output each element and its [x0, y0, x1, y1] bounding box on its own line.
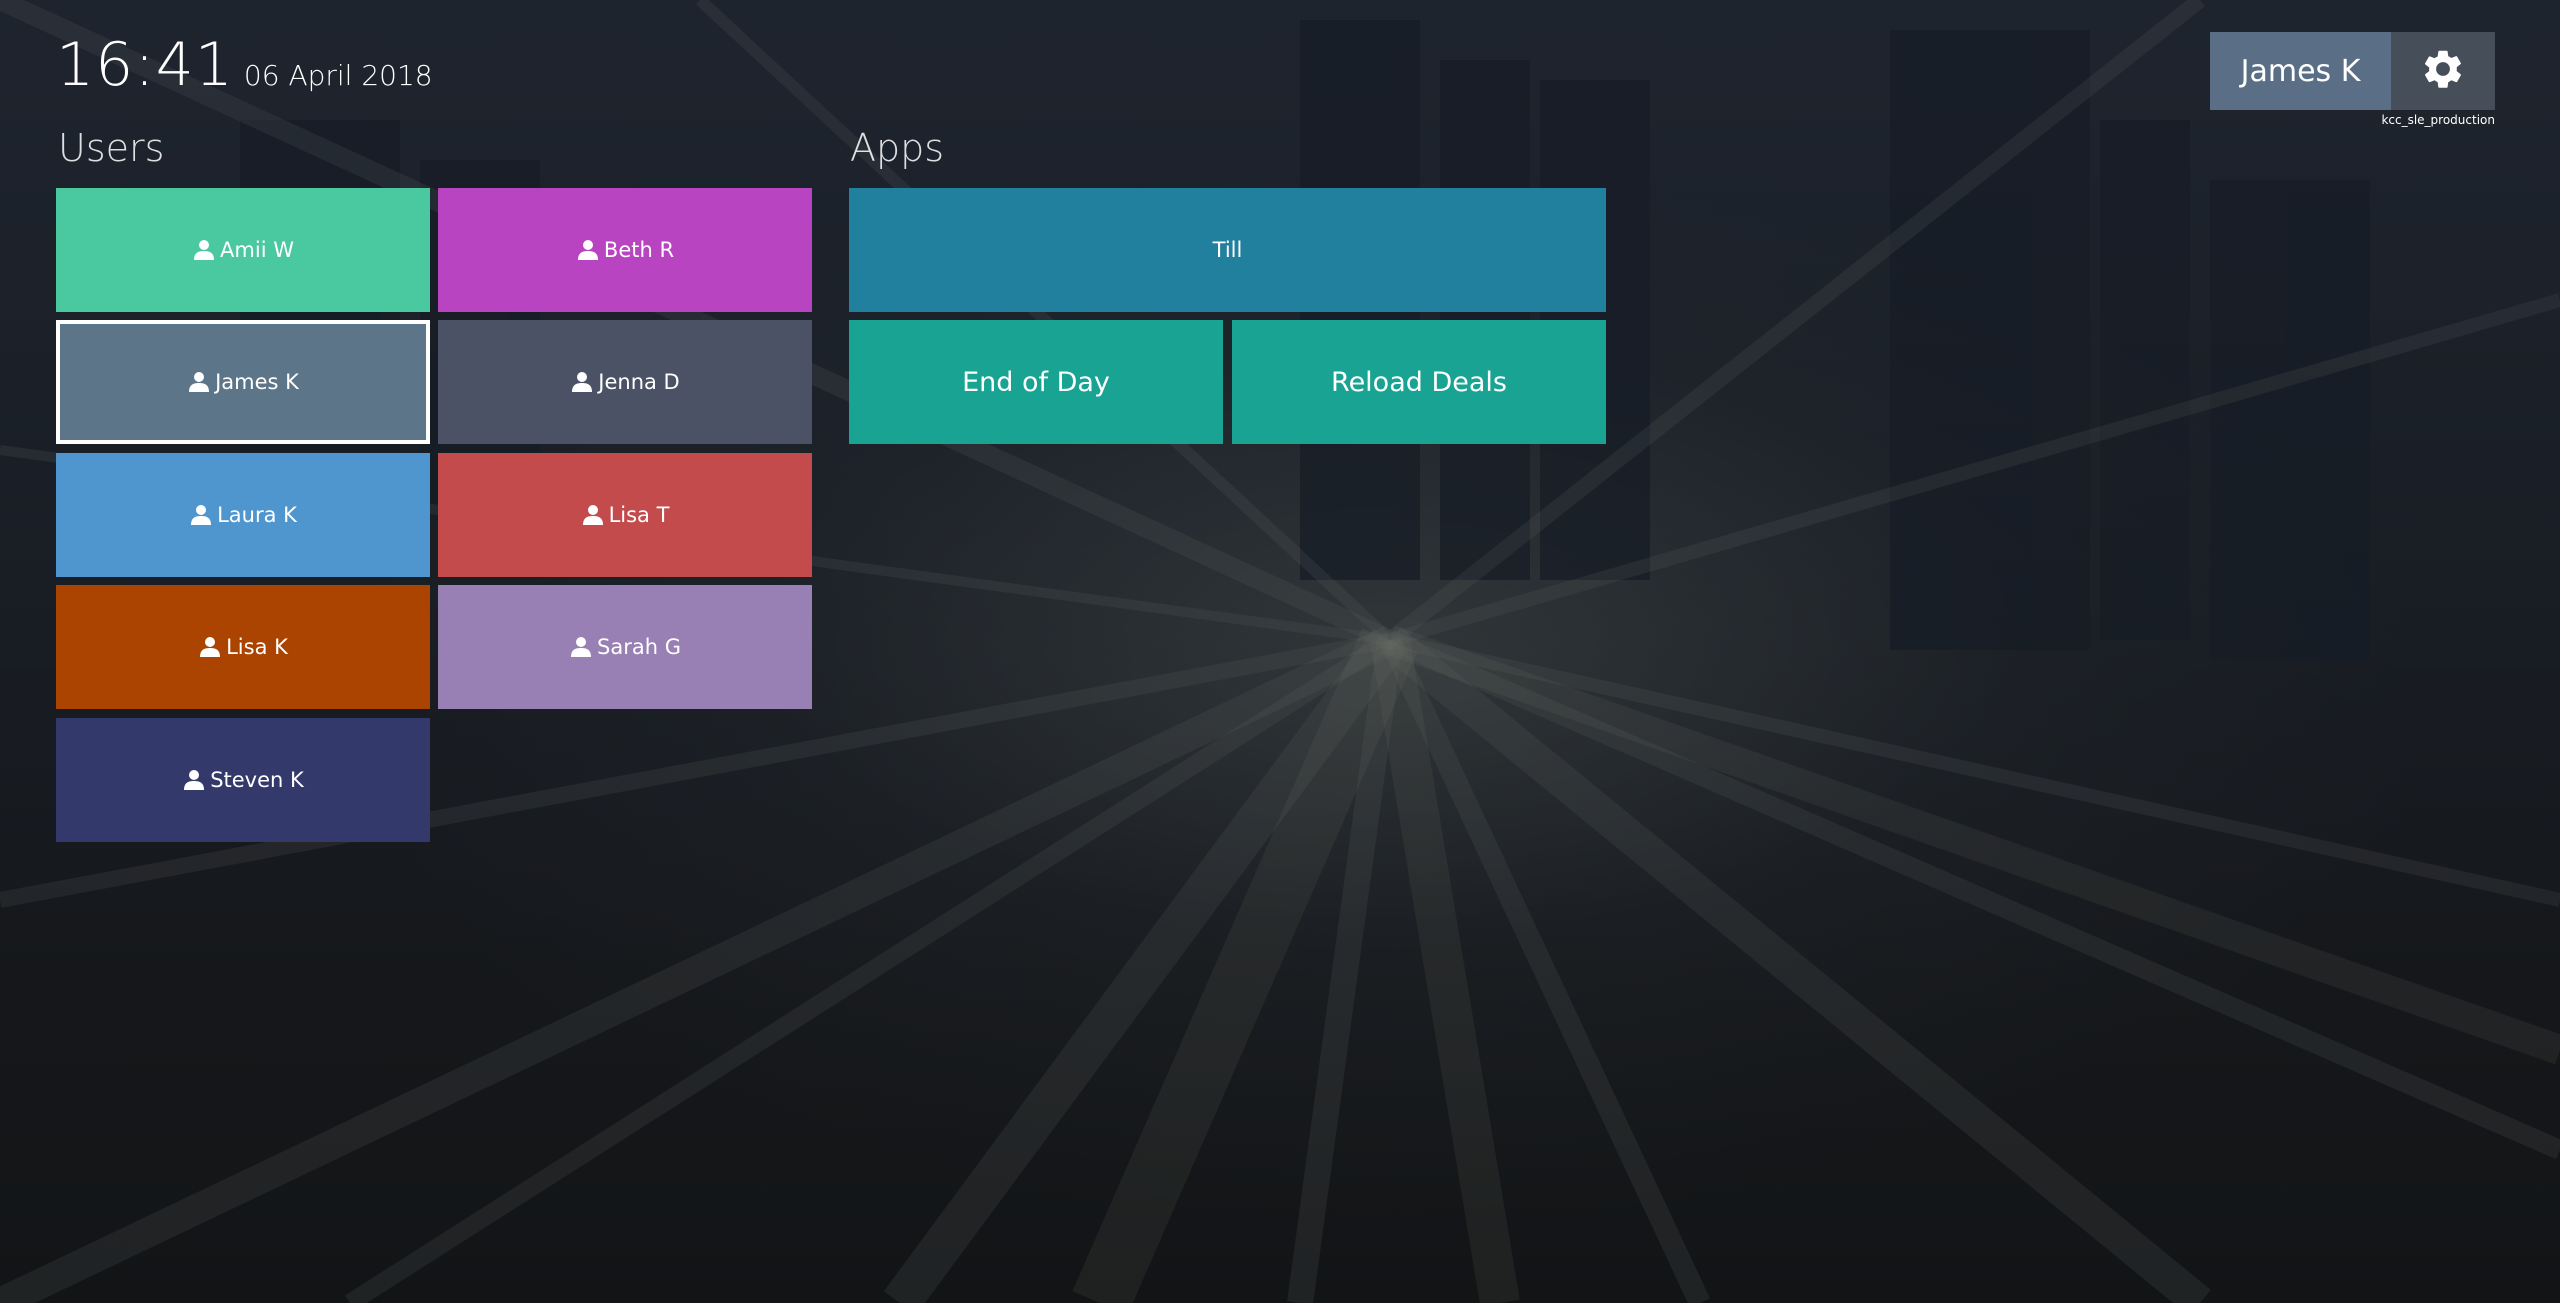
- user-tile-beth-r[interactable]: Beth R: [438, 188, 812, 312]
- user-tile-label: Jenna D: [598, 370, 680, 394]
- clock-date: 06 April 2018: [243, 59, 433, 92]
- user-tile-label: Beth R: [603, 238, 675, 262]
- apps-heading: Apps: [850, 126, 945, 170]
- users-heading: Users: [58, 126, 165, 170]
- app-tile-label: End of Day: [962, 366, 1110, 398]
- settings-button[interactable]: [2391, 32, 2495, 110]
- user-tile-label: Amii W: [220, 238, 294, 262]
- environment-label: kcc_sle_production: [2381, 113, 2495, 127]
- user-tile-james-k[interactable]: James K: [56, 320, 430, 444]
- user-icon: [187, 370, 211, 394]
- user-tile-label: Lisa K: [226, 635, 288, 659]
- user-icon: [576, 238, 600, 262]
- app-tile-label: Reload Deals: [1331, 366, 1507, 398]
- app-tile-reload-deals[interactable]: Reload Deals: [1232, 320, 1606, 444]
- user-tile-lisa-k[interactable]: Lisa K: [56, 585, 430, 709]
- app-tile-end-of-day[interactable]: End of Day: [849, 320, 1223, 444]
- user-icon: [570, 370, 594, 394]
- user-tile-laura-k[interactable]: Laura K: [56, 453, 430, 577]
- user-icon: [182, 768, 206, 792]
- app-tile-label: Till: [1212, 238, 1243, 262]
- user-tile-amii-w[interactable]: Amii W: [56, 188, 430, 312]
- user-tile-label: Steven K: [210, 768, 304, 792]
- user-tile-label: James K: [215, 370, 299, 394]
- user-tile-label: Laura K: [217, 503, 297, 527]
- user-tile-lisa-t[interactable]: Lisa T: [438, 453, 812, 577]
- user-tile-sarah-g[interactable]: Sarah G: [438, 585, 812, 709]
- current-user-button[interactable]: James K: [2210, 32, 2391, 110]
- user-icon: [189, 503, 213, 527]
- clock-time: 16:41: [56, 30, 234, 100]
- user-icon: [198, 635, 222, 659]
- user-tile-label: Lisa T: [608, 503, 670, 527]
- user-icon: [192, 238, 216, 262]
- user-tile-label: Sarah G: [597, 635, 681, 659]
- gear-icon: [2420, 46, 2466, 96]
- user-icon: [581, 503, 605, 527]
- user-tile-jenna-d[interactable]: Jenna D: [438, 320, 812, 444]
- clock: 16:41 06 April 2018: [56, 30, 433, 100]
- app-tile-till[interactable]: Till: [849, 188, 1606, 312]
- user-icon: [569, 635, 593, 659]
- user-tile-steven-k[interactable]: Steven K: [56, 718, 430, 842]
